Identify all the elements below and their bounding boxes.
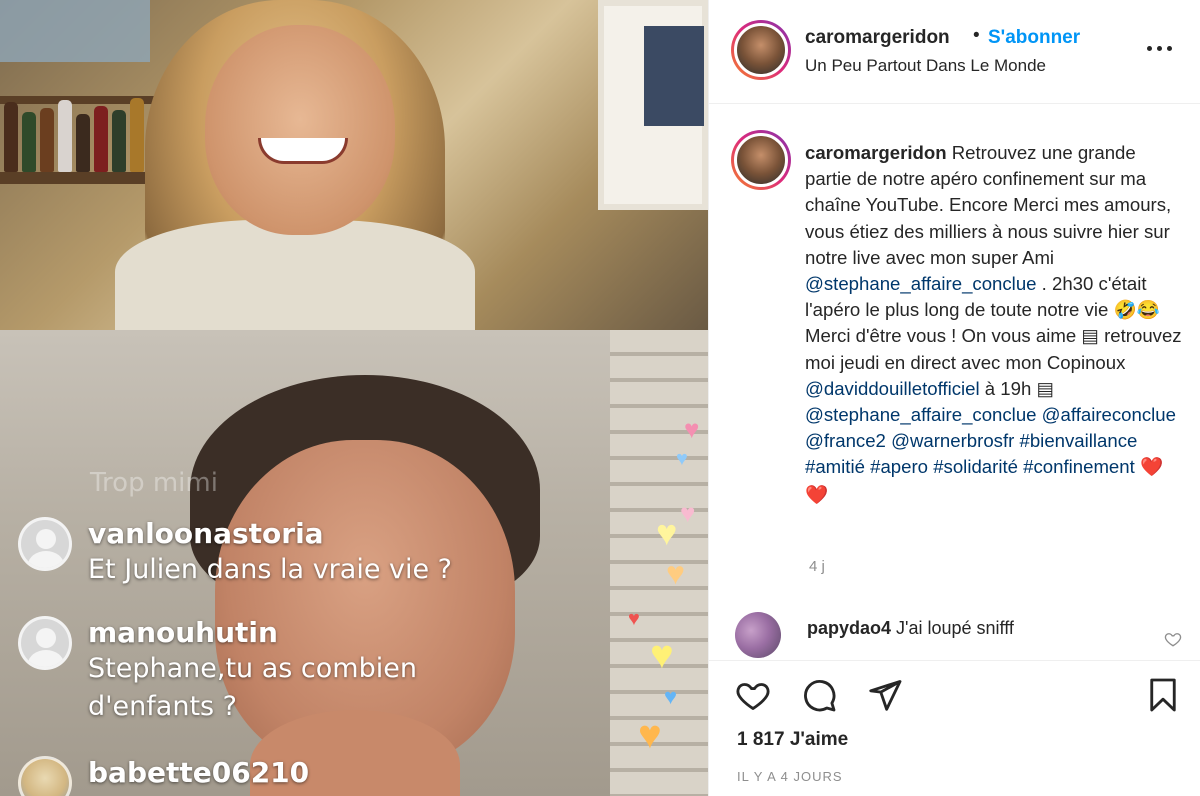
caption-hashtag[interactable]: #amitié xyxy=(805,456,865,477)
live-comment: vanloonastoria Et Julien dans la vraie v… xyxy=(18,517,452,589)
heart-reaction-icon: ♥ xyxy=(664,684,678,709)
caption-age[interactable]: 4 j xyxy=(809,558,825,575)
author-username[interactable]: caromargeridon xyxy=(805,27,950,49)
bottle xyxy=(22,112,36,172)
caption-hashtag[interactable]: #confinement xyxy=(1023,456,1135,477)
heart-reaction-icon: ♥ xyxy=(676,448,688,470)
header-separator: • xyxy=(973,25,980,46)
bookmark-icon[interactable] xyxy=(1145,677,1181,713)
post-date[interactable]: Il y a 4 jours xyxy=(737,769,843,784)
caption-mention[interactable]: @warnerbrosfr xyxy=(891,430,1014,451)
bottle xyxy=(40,108,54,172)
paper-plane-icon[interactable] xyxy=(867,677,903,713)
heart-reaction-icon: ♥ xyxy=(666,555,685,591)
comment-text: J'ai loupé snifff xyxy=(896,618,1014,638)
caption-hashtag[interactable]: #bienvaillance xyxy=(1020,430,1138,451)
comment-like-heart-icon[interactable] xyxy=(1164,630,1182,648)
live-video-top xyxy=(0,0,708,330)
post-actions: 1 817 J'aime Il y a 4 jours xyxy=(709,660,1200,796)
avatar xyxy=(18,756,72,796)
live-comment-user: babette06210 xyxy=(88,756,310,789)
window xyxy=(598,0,708,210)
follow-button[interactable]: S'abonner xyxy=(988,27,1080,49)
person-smile xyxy=(258,138,348,164)
commenter-avatar[interactable] xyxy=(735,612,781,658)
bottle xyxy=(130,98,144,172)
live-comment-user: vanloonastoria xyxy=(88,517,324,550)
bottle xyxy=(112,110,126,172)
heart-icon[interactable] xyxy=(735,677,771,713)
commenter-username[interactable]: papydao4 xyxy=(807,618,891,638)
heart-reaction-icon: ♥ xyxy=(650,633,674,677)
post-panel: caromargeridon • S'abonner Un Peu Partou… xyxy=(708,0,1200,796)
post-caption: caromargeridon Retrouvez une grande part… xyxy=(805,140,1185,509)
bottle xyxy=(4,102,18,172)
heart-reaction-icon: ♥ xyxy=(628,608,640,630)
post-header: caromargeridon • S'abonner Un Peu Partou… xyxy=(709,0,1200,104)
live-comment: manouhutin Stephane,tu as combien d'enfa… xyxy=(18,616,508,726)
heart-reaction-icon: ♥ xyxy=(684,414,700,444)
likes-count[interactable]: 1 817 J'aime xyxy=(737,729,848,751)
live-comment-user: manouhutin xyxy=(88,616,278,649)
heart-reaction-icon: ♥ xyxy=(656,512,678,553)
caption-text: à 19h ▤ xyxy=(984,377,1055,399)
person-shirt xyxy=(115,220,475,330)
caption-mention[interactable]: @daviddouilletofficiel xyxy=(805,378,980,399)
caption-username[interactable]: caromargeridon xyxy=(805,142,947,163)
caption-mention[interactable]: @france2 xyxy=(805,430,886,451)
live-comment-message: Et Julien dans la vraie vie ? xyxy=(88,554,453,585)
live-comment-message: Stephane,tu as combien d'enfants ? xyxy=(88,653,417,722)
post-location[interactable]: Un Peu Partout Dans Le Monde xyxy=(805,56,1046,76)
post-media[interactable]: Trop mimi vanloonastoria Et Julien dans … xyxy=(0,0,708,796)
comment-item: papydao4 J'ai loupé snifff xyxy=(709,610,1200,660)
caption-mention[interactable]: @stephane_affaire_conclue xyxy=(805,404,1037,425)
wall-poster xyxy=(0,0,150,62)
bottle xyxy=(94,106,108,172)
caption-author-avatar[interactable] xyxy=(731,130,791,190)
author-avatar[interactable] xyxy=(731,20,791,80)
more-dots-icon[interactable] xyxy=(1147,38,1177,58)
live-comment-faded: Trop mimi xyxy=(90,468,218,498)
comment-bubble-icon[interactable] xyxy=(801,677,837,713)
heart-reaction-icon: ♥ xyxy=(680,498,696,528)
person-face xyxy=(205,25,395,235)
bottle xyxy=(76,114,90,172)
comment-body: papydao4 J'ai loupé snifff xyxy=(807,618,1014,639)
default-avatar-icon xyxy=(18,616,72,670)
caption-mention[interactable]: @affaireconclue xyxy=(1042,404,1176,425)
caption-hashtag[interactable]: #solidarité xyxy=(933,456,1018,477)
caption-mention[interactable]: @stephane_affaire_conclue xyxy=(805,273,1037,294)
default-avatar-icon xyxy=(18,517,72,571)
caption-hashtag[interactable]: #apero xyxy=(870,456,928,477)
bottle xyxy=(58,100,72,172)
heart-reaction-icon: ♥ xyxy=(638,713,662,757)
live-comment: babette06210 xyxy=(18,756,309,796)
